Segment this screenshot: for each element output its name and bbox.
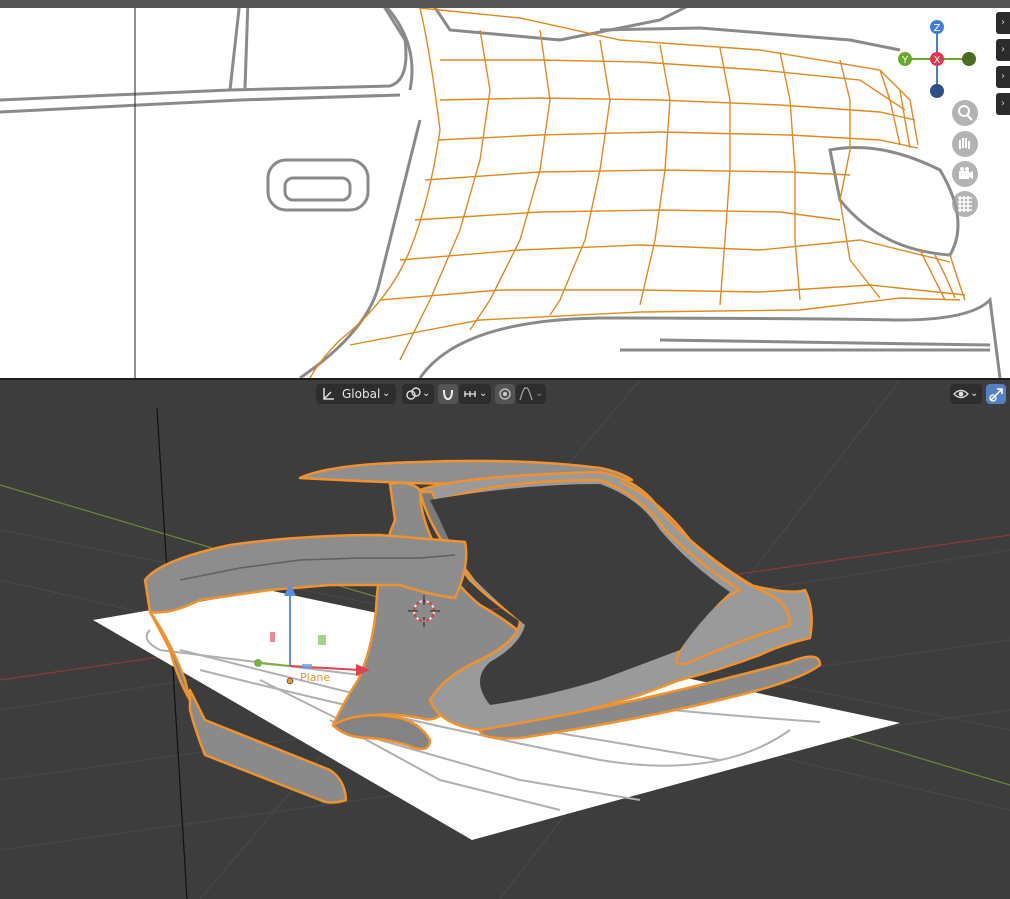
hand-pan-icon[interactable]	[952, 131, 978, 157]
pivot-point-icon	[405, 384, 421, 404]
transform-orientation-icon	[320, 384, 336, 404]
chevron-down-icon: ⌄	[479, 388, 488, 399]
yz-plane-handle	[270, 632, 275, 642]
falloff-dropdown[interactable]: ⌄	[516, 384, 546, 404]
pivot-point-dropdown[interactable]: ⌄	[402, 384, 434, 404]
sidebar-tab-3[interactable]: ›	[996, 66, 1010, 88]
falloff-curve-icon	[518, 384, 534, 404]
ortho-grid-icon[interactable]	[952, 191, 978, 217]
proportional-editing-toggle[interactable]	[495, 384, 515, 404]
viewport-header: Global ⌄ ⌄ ⌄ ⌄ ⌄	[0, 380, 1010, 408]
zoom-icon[interactable]	[952, 100, 978, 126]
top-viewport[interactable]: Z Y X › › › ›	[0, 0, 1010, 378]
xz-plane-handle	[318, 635, 326, 645]
object-name-label: Plane	[300, 671, 330, 684]
sidebar-tab-2[interactable]: ›	[996, 39, 1010, 61]
snap-toggle[interactable]	[438, 384, 458, 404]
z-axis-label: Z	[934, 23, 941, 34]
eye-icon	[953, 384, 969, 404]
x-axis-label: X	[934, 55, 941, 66]
orientation-label: Global	[342, 387, 381, 401]
sidebar-tab-1[interactable]: ›	[996, 12, 1010, 34]
object-origin	[286, 677, 294, 685]
top-header-strip	[0, 0, 1010, 8]
gizmo-toggle[interactable]	[986, 384, 1006, 404]
axis-gizmo[interactable]: Z Y X	[898, 20, 976, 98]
xy-plane-handle	[302, 664, 312, 669]
proportional-editing-icon	[497, 384, 513, 404]
reference-drawing: Z Y X	[0, 0, 1002, 378]
snap-magnet-icon	[440, 384, 456, 404]
sidebar-tab-4[interactable]: ›	[996, 93, 1010, 115]
neg-y-axis-handle	[962, 52, 976, 66]
chevron-down-icon: ⌄	[535, 388, 544, 399]
chevron-down-icon: ⌄	[422, 388, 431, 399]
snap-increment-dropdown[interactable]: ⌄	[459, 384, 491, 404]
y-axis-label: Y	[901, 55, 909, 66]
transform-orientation-dropdown[interactable]: Global ⌄	[316, 384, 396, 404]
chevron-down-icon: ⌄	[382, 388, 391, 399]
neg-z-axis-handle	[930, 84, 944, 98]
visibility-dropdown[interactable]: ⌄	[950, 384, 982, 404]
bottom-viewport[interactable]: Plane Global ⌄ ⌄ ⌄ ⌄ ⌄	[0, 380, 1010, 899]
snap-increment-icon	[462, 384, 478, 404]
gizmo-toggle-icon	[988, 384, 1004, 404]
chevron-down-icon: ⌄	[970, 388, 979, 399]
camera-icon[interactable]	[952, 161, 978, 187]
y-handle	[254, 659, 262, 667]
scene-3d: Plane	[0, 380, 1010, 899]
